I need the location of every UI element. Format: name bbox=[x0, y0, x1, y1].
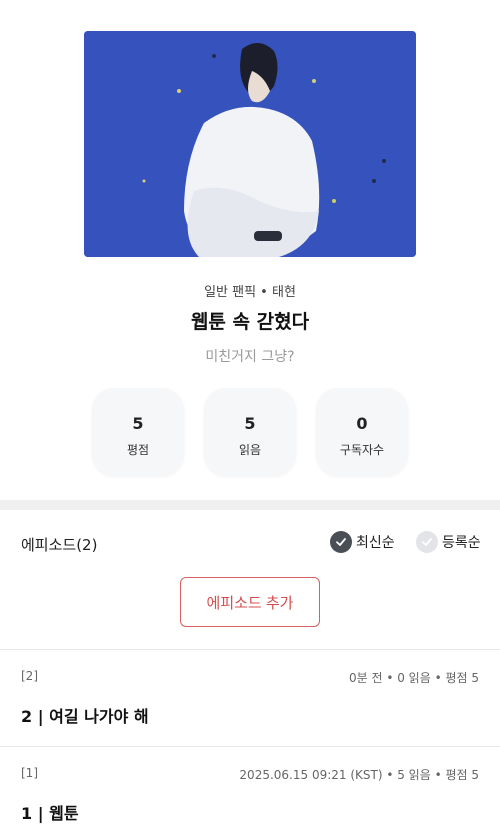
sort-registered-option[interactable]: 등록순 bbox=[416, 530, 481, 554]
stat-label: 구독자수 bbox=[339, 443, 385, 457]
divider bbox=[0, 746, 500, 747]
episode-number: [1] bbox=[21, 766, 38, 780]
stat-reads: 5 읽음 bbox=[204, 388, 296, 476]
episode-info: 0분 전 • 0 읽음 • 평점 5 bbox=[348, 671, 479, 685]
stat-value: 0 bbox=[356, 414, 368, 433]
stat-value: 5 bbox=[244, 414, 256, 433]
sort-latest-label: 최신순 bbox=[356, 535, 395, 551]
episode-number: [2] bbox=[21, 669, 38, 683]
cover-image bbox=[84, 31, 416, 257]
divider bbox=[0, 649, 500, 650]
stat-value: 5 bbox=[132, 414, 144, 433]
check-icon bbox=[330, 531, 352, 553]
work-meta: 일반 팬픽 • 태현 bbox=[204, 285, 296, 300]
work-subtitle: 미친거지 그냥? bbox=[205, 349, 295, 365]
sort-registered-label: 등록순 bbox=[442, 535, 481, 551]
episodes-header: 에피소드(2) bbox=[21, 536, 98, 554]
stat-label: 평점 bbox=[126, 443, 150, 457]
sort-latest-option[interactable]: 최신순 bbox=[330, 530, 395, 554]
stat-subscribers: 0 구독자수 bbox=[316, 388, 408, 476]
check-icon bbox=[416, 531, 438, 553]
stat-rating: 5 평점 bbox=[92, 388, 184, 476]
episode-title: 1 | 웹툰 bbox=[21, 804, 79, 823]
stats-row: 5 평점 5 읽음 0 구독자수 bbox=[92, 388, 408, 476]
episode-title: 2 | 여길 나가야 해 bbox=[21, 707, 149, 726]
work-title: 웹툰 속 갇혔다 bbox=[190, 311, 310, 333]
stat-label: 읽음 bbox=[238, 443, 262, 457]
section-divider bbox=[0, 500, 500, 510]
episode-info: 2025.06.15 09:21 (KST) • 5 읽음 • 평점 5 bbox=[239, 768, 479, 782]
add-episode-button[interactable]: 에피소드 추가 bbox=[180, 577, 320, 627]
